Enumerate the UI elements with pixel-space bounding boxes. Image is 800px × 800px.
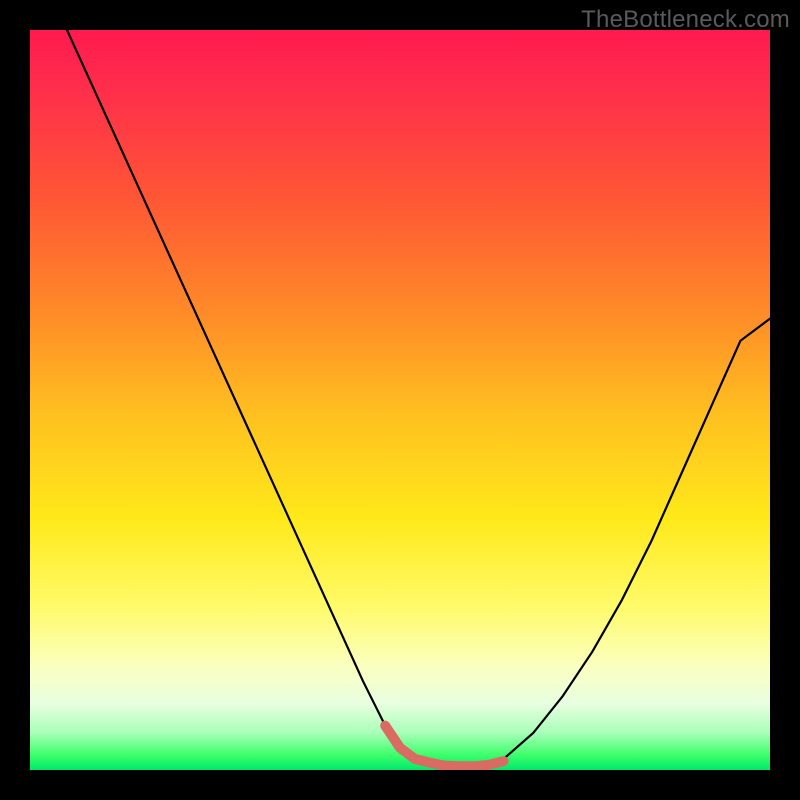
watermark-text: TheBottleneck.com <box>581 6 790 34</box>
curve-layer <box>30 30 770 770</box>
left-curve <box>67 30 504 766</box>
chart-frame: TheBottleneck.com <box>0 0 800 800</box>
valley-highlight <box>385 726 503 767</box>
right-curve <box>504 319 770 761</box>
plot-area <box>30 30 770 770</box>
